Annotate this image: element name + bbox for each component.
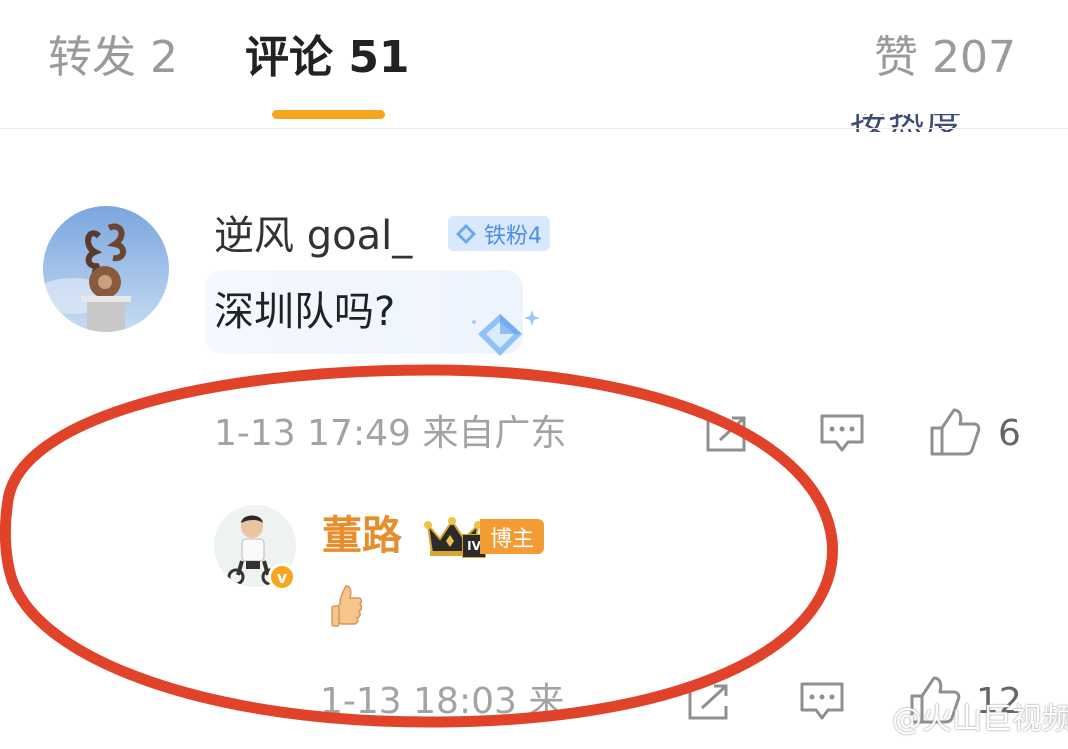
comment-timestamp-location: 1-13 17:49 来自广东 <box>214 413 567 454</box>
thumbs-up-emoji-icon <box>331 585 363 627</box>
tab-repost[interactable]: 转发 2 <box>48 30 178 86</box>
watermark: @火山巨视频 <box>892 702 1068 737</box>
blogger-badge-label: 博主 <box>490 526 535 552</box>
comment-like-count: 6 <box>998 413 1021 454</box>
share-icon[interactable] <box>686 682 734 722</box>
fan-level-label: 铁粉4 <box>484 223 542 249</box>
blogger-username[interactable]: 董路 <box>322 510 402 562</box>
tab-comments[interactable]: 评论 51 <box>245 30 410 86</box>
like-icon[interactable] <box>928 406 982 458</box>
comment-icon[interactable] <box>798 680 846 724</box>
verified-badge-icon: v <box>268 563 296 591</box>
diamond-icon <box>456 223 476 244</box>
active-tab-indicator <box>272 110 385 119</box>
fan-level-badge: 铁粉4 <box>448 216 550 251</box>
blogger-badge: 博主 <box>480 519 545 554</box>
comment-text: 深圳队吗? <box>214 289 396 335</box>
comment-icon[interactable] <box>818 412 866 456</box>
tab-likes[interactable]: 赞 207 <box>874 30 1016 86</box>
diamond-bubble-decoration-icon <box>472 310 540 356</box>
sort-label: 按热度 <box>850 114 964 132</box>
commenter-avatar[interactable] <box>43 206 169 332</box>
sort-toggle[interactable]: 按热度 <box>850 114 1028 132</box>
tab-divider <box>0 128 1068 129</box>
red-circle-annotation <box>0 364 838 728</box>
share-icon[interactable] <box>704 414 752 454</box>
commenter-username[interactable]: 逆风 goal_ <box>214 212 412 260</box>
reply-timestamp-location: 1-13 18:03 来... <box>320 681 599 722</box>
